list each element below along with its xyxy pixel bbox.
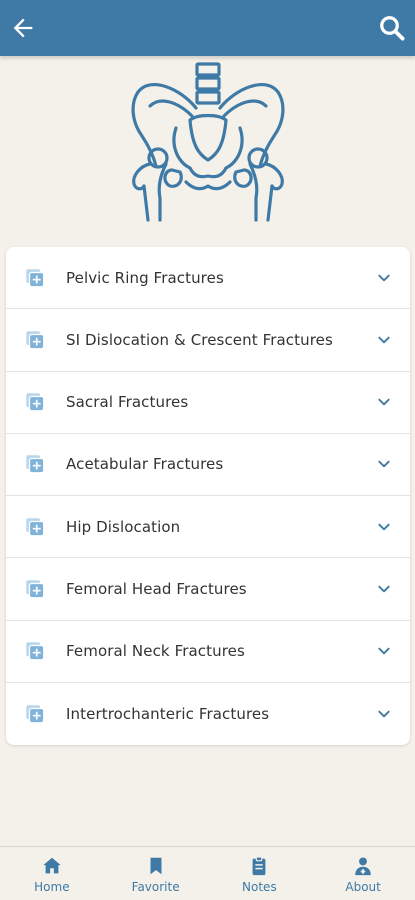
list-item[interactable]: Femoral Head Fractures [6, 558, 410, 621]
list-item[interactable]: Acetabular Fractures [6, 434, 410, 496]
nav-favorite[interactable]: Favorite [104, 847, 208, 900]
list-item-label: Femoral Neck Fractures [66, 642, 245, 661]
nav-home-label: Home [34, 880, 70, 894]
list-item[interactable]: SI Dislocation & Crescent Fractures [6, 309, 410, 372]
list-item[interactable]: Sacral Fractures [6, 372, 410, 434]
fracture-list-card: Pelvic Ring Fractures SI Dislocation & Cr… [6, 247, 410, 745]
nav-about-label: About [345, 880, 381, 894]
list-item-label: SI Dislocation & Crescent Fractures [66, 330, 333, 349]
bookmark-icon [145, 855, 167, 877]
arrow-left-icon [13, 18, 33, 38]
list-item[interactable]: Femoral Neck Fractures [6, 621, 410, 683]
nav-about[interactable]: About [311, 847, 415, 900]
pelvis-icon [131, 62, 285, 222]
back-button[interactable] [9, 14, 37, 42]
list-item[interactable]: Hip Dislocation [6, 496, 410, 559]
nav-notes-label: Notes [242, 880, 277, 894]
list-item-label: Pelvic Ring Fractures [66, 268, 224, 287]
top-app-bar [0, 0, 415, 56]
chevron-down-icon[interactable] [376, 332, 392, 348]
chevron-down-icon[interactable] [376, 706, 392, 722]
add-file-icon [24, 516, 46, 538]
list-item[interactable]: Pelvic Ring Fractures [6, 247, 410, 310]
list-item-label: Femoral Head Fractures [66, 579, 247, 598]
list-item-label: Hip Dislocation [66, 517, 181, 536]
search-button[interactable] [377, 13, 407, 43]
chevron-down-icon[interactable] [376, 394, 392, 410]
add-file-icon [24, 267, 46, 289]
add-file-icon [24, 578, 46, 600]
list-item-label: Sacral Fractures [66, 393, 189, 412]
home-icon [41, 855, 63, 877]
add-file-icon [24, 453, 46, 475]
search-icon [380, 16, 405, 41]
doctor-icon [352, 855, 374, 877]
chevron-down-icon[interactable] [376, 519, 392, 535]
nav-notes[interactable]: Notes [208, 847, 312, 900]
clipboard-icon [248, 855, 270, 877]
list-item-label: Acetabular Fractures [66, 455, 224, 474]
nav-favorite-label: Favorite [131, 880, 180, 894]
chevron-down-icon[interactable] [376, 581, 392, 597]
add-file-icon [24, 640, 46, 662]
app-screen: Pelvic Ring Fractures SI Dislocation & Cr… [0, 0, 415, 900]
bottom-navigation: Home Favorite Notes About [0, 846, 415, 900]
list-item-label: Intertrochanteric Fractures [66, 704, 270, 723]
add-file-icon [24, 391, 46, 413]
list-item[interactable]: Intertrochanteric Fractures [6, 683, 410, 745]
chevron-down-icon[interactable] [376, 456, 392, 472]
hero-illustration [120, 58, 296, 224]
chevron-down-icon[interactable] [376, 643, 392, 659]
add-file-icon [24, 329, 46, 351]
chevron-down-icon[interactable] [376, 270, 392, 286]
nav-home[interactable]: Home [0, 847, 104, 900]
add-file-icon [24, 703, 46, 725]
